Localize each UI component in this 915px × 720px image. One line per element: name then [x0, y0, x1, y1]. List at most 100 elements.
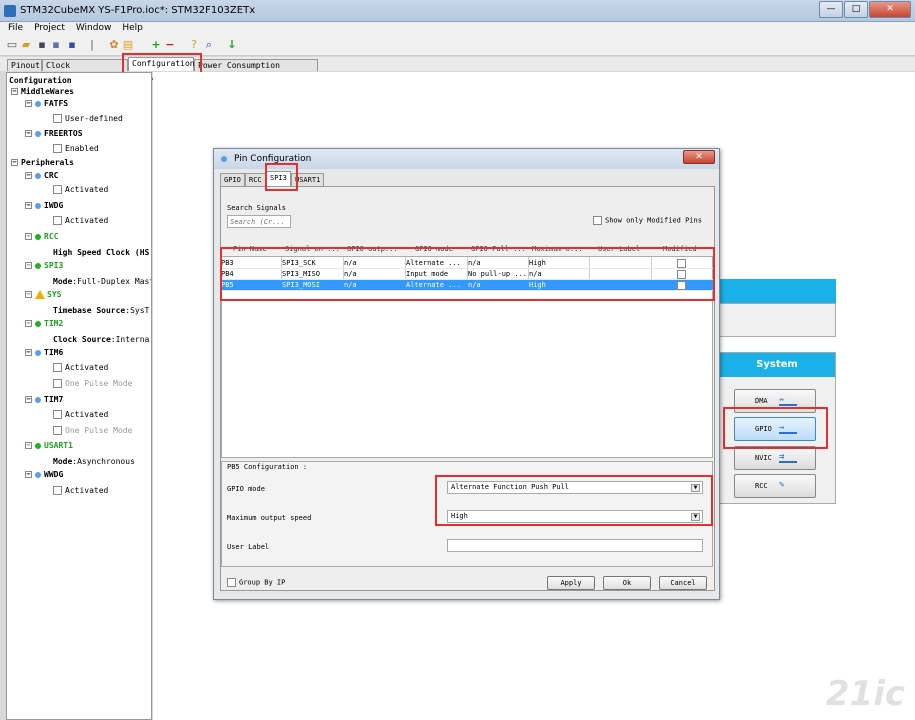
- apply-button[interactable]: Apply: [547, 576, 595, 590]
- close-button[interactable]: ✕: [869, 1, 911, 18]
- dialog-close-button[interactable]: ✕: [683, 150, 715, 164]
- save-as-icon[interactable]: ▪: [50, 39, 62, 51]
- tree-tim2-clock-source[interactable]: Clock Source:Interna: [53, 335, 149, 345]
- nvic-button[interactable]: NVIC ⇉: [734, 446, 816, 470]
- minimize-button[interactable]: —: [819, 1, 843, 18]
- collapse-icon[interactable]: −: [25, 172, 32, 179]
- checkbox[interactable]: [53, 426, 62, 435]
- tree-fatfs[interactable]: − FATFS: [25, 99, 68, 109]
- tree-root: Configuration: [9, 76, 72, 85]
- checkbox[interactable]: [53, 185, 62, 194]
- new-icon[interactable]: ▭: [6, 39, 18, 51]
- plus-icon[interactable]: +: [150, 39, 162, 51]
- checkbox[interactable]: [53, 114, 62, 123]
- show-modified-checkbox[interactable]: Show only Modified Pins: [593, 216, 702, 225]
- highlight-pin-table: [220, 247, 715, 301]
- tree-freertos-option[interactable]: Enabled: [53, 144, 99, 154]
- checkbox[interactable]: [53, 363, 62, 372]
- status-dot-icon: [35, 202, 41, 209]
- collapse-icon[interactable]: −: [25, 320, 32, 327]
- tree-sys[interactable]: − SYS: [25, 290, 61, 300]
- tab-clock-configuration[interactable]: Clock Configuration: [42, 59, 128, 81]
- tree-peripherals[interactable]: − Peripherals: [11, 158, 74, 168]
- highlight-config-fields: [435, 475, 713, 526]
- collapse-icon[interactable]: −: [25, 471, 32, 478]
- save-icon[interactable]: ▪: [36, 39, 48, 51]
- checkbox[interactable]: [227, 578, 236, 587]
- tree-crc-option[interactable]: Activated: [53, 185, 108, 195]
- tree-wwdg-option[interactable]: Activated: [53, 486, 108, 496]
- menu-file[interactable]: File: [0, 22, 26, 33]
- tree-tim6[interactable]: − TIM6: [25, 348, 63, 358]
- status-dot-icon: [35, 349, 41, 356]
- tree-tim6-one-pulse[interactable]: One Pulse Mode: [53, 379, 132, 389]
- open-icon[interactable]: ▰: [20, 39, 32, 51]
- dialog-tab-rcc[interactable]: RCC: [245, 173, 266, 186]
- collapse-icon[interactable]: −: [25, 349, 32, 356]
- tree-tim2[interactable]: − TIM2: [25, 319, 63, 329]
- generate-icon[interactable]: ✿: [108, 39, 120, 51]
- tree-wwdg[interactable]: − WWDG: [25, 470, 63, 480]
- collapse-icon[interactable]: −: [25, 262, 32, 269]
- tree-usart1[interactable]: − USART1: [25, 441, 73, 451]
- minus-icon[interactable]: −: [164, 39, 176, 51]
- collapse-icon[interactable]: −: [25, 442, 32, 449]
- dma-icon: ⇿: [779, 396, 797, 406]
- tree-fatfs-option[interactable]: User-defined: [53, 114, 123, 124]
- tree-tim7-one-pulse[interactable]: One Pulse Mode: [53, 426, 132, 436]
- tree-rcc[interactable]: − RCC: [25, 232, 58, 242]
- checkbox[interactable]: [593, 216, 602, 225]
- checkbox[interactable]: [53, 486, 62, 495]
- report-icon[interactable]: ▤: [122, 39, 134, 51]
- checkbox[interactable]: [53, 410, 62, 419]
- checkbox[interactable]: [53, 379, 62, 388]
- tab-power-consumption[interactable]: Power Consumption Calculator: [194, 59, 318, 81]
- search-signals-label: Search Signals: [227, 204, 287, 212]
- tree-spi3-mode[interactable]: Mode:Full-Duplex Maste: [53, 277, 151, 287]
- tree-tim7-activated[interactable]: Activated: [53, 410, 108, 420]
- menu-project[interactable]: Project: [26, 22, 68, 33]
- tree-usart1-mode[interactable]: Mode:Asynchronous: [53, 457, 135, 467]
- tree-tim7[interactable]: − TIM7: [25, 395, 63, 405]
- window-title: STM32CubeMX YS-F1Pro.ioc*: STM32F103ZETx: [20, 5, 256, 16]
- tree-iwdg-option[interactable]: Activated: [53, 216, 108, 226]
- dialog-icon: [221, 156, 227, 162]
- tree-spi3[interactable]: − SPI3: [25, 261, 63, 271]
- tab-pinout[interactable]: Pinout: [7, 59, 42, 71]
- rcc-button[interactable]: RCC ✎: [734, 474, 816, 498]
- menu-help[interactable]: Help: [114, 22, 146, 33]
- save-all-icon[interactable]: ▪: [66, 39, 78, 51]
- tree-crc[interactable]: − CRC: [25, 171, 58, 181]
- checkbox[interactable]: [53, 144, 62, 153]
- menu-bar: File Project Window Help: [0, 22, 915, 36]
- collapse-icon[interactable]: −: [25, 291, 32, 298]
- checkbox[interactable]: [53, 216, 62, 225]
- tree-rcc-option[interactable]: High Speed Clock (HS: [53, 248, 149, 258]
- collapse-icon[interactable]: −: [25, 233, 32, 240]
- help-icon[interactable]: ?: [188, 39, 200, 51]
- collapse-icon[interactable]: −: [11, 88, 18, 95]
- tree-iwdg[interactable]: − IWDG: [25, 201, 63, 211]
- group-by-ip-checkbox[interactable]: Group By IP: [227, 578, 285, 587]
- collapse-icon[interactable]: −: [25, 100, 32, 107]
- search-icon[interactable]: ⌕: [203, 39, 215, 51]
- menu-window[interactable]: Window: [68, 22, 115, 33]
- search-input[interactable]: [227, 215, 291, 228]
- highlight-gpio-button: [723, 407, 828, 449]
- dialog-tab-gpio[interactable]: GPIO: [220, 173, 245, 186]
- collapse-icon[interactable]: −: [25, 202, 32, 209]
- collapse-icon[interactable]: −: [11, 159, 18, 166]
- cancel-button[interactable]: Cancel: [659, 576, 707, 590]
- tree-freertos[interactable]: − FREERTOS: [25, 129, 83, 139]
- user-label-input[interactable]: [447, 539, 703, 552]
- tree-middlewares[interactable]: − MiddleWares: [11, 87, 74, 97]
- maximize-button[interactable]: □: [844, 1, 868, 18]
- download-icon[interactable]: ↓: [226, 39, 238, 51]
- tree-sys-timebase[interactable]: Timebase Source:SysT: [53, 306, 149, 316]
- status-dot-icon: [35, 471, 41, 478]
- collapse-icon[interactable]: −: [25, 396, 32, 403]
- ok-button[interactable]: Ok: [603, 576, 651, 590]
- collapse-icon[interactable]: −: [25, 130, 32, 137]
- tree-tim6-activated[interactable]: Activated: [53, 363, 108, 373]
- status-dot-icon: [35, 100, 41, 107]
